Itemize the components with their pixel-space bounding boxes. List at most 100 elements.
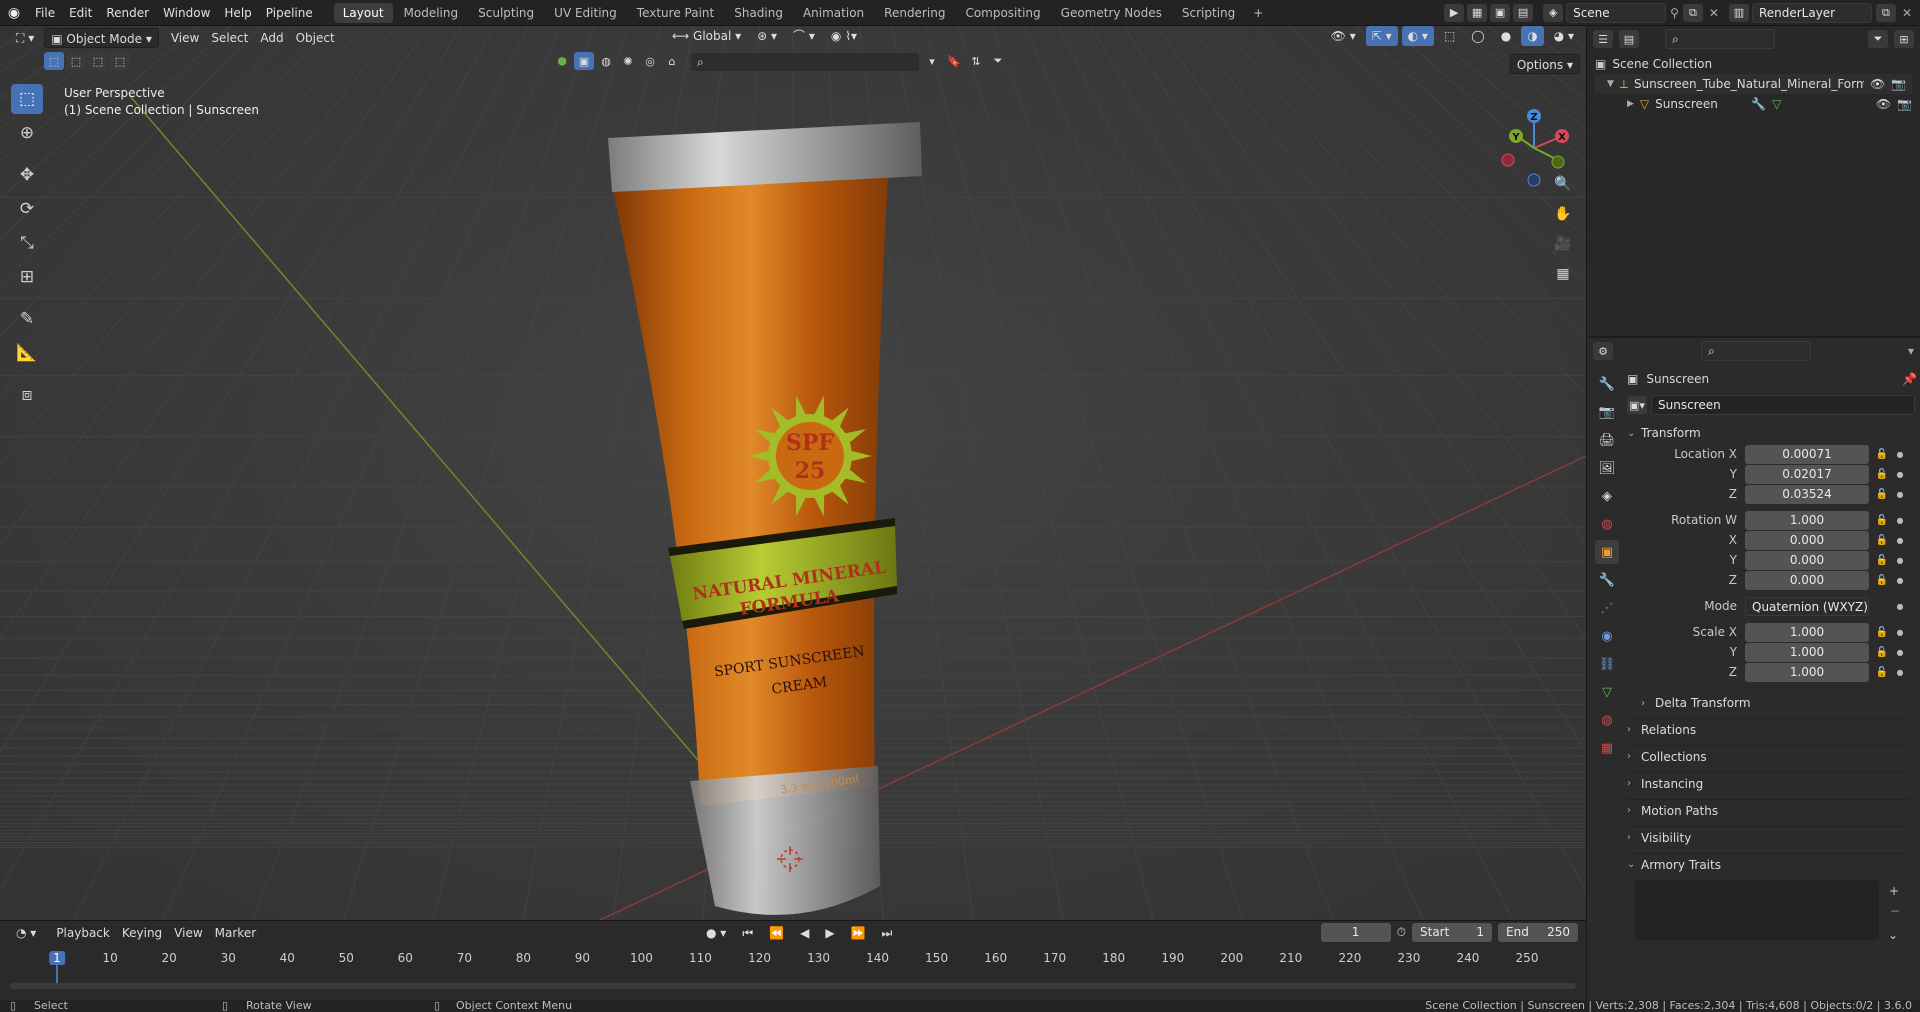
add-trait-icon[interactable]: + xyxy=(1889,884,1899,898)
lock-icon[interactable]: 🔓 xyxy=(1875,575,1889,586)
select-set-icon[interactable]: ⬚ xyxy=(44,52,64,70)
rotation-x-field[interactable]: 0.000 xyxy=(1745,530,1869,550)
outliner-filter-icon[interactable]: ⏷ xyxy=(1868,30,1888,48)
lock-icon[interactable]: 🔓 xyxy=(1875,449,1889,460)
render-anim-icon[interactable]: ▦ xyxy=(1467,3,1488,22)
keyframe-dot-icon[interactable]: ● xyxy=(1895,576,1905,585)
tab-shading[interactable]: Shading xyxy=(725,3,792,23)
tab-uv-editing[interactable]: UV Editing xyxy=(545,3,626,23)
snap-icon[interactable]: ⌒ ▾ xyxy=(787,26,821,46)
menu-edit[interactable]: Edit xyxy=(62,0,99,26)
close-scene-icon[interactable]: ✕ xyxy=(1709,6,1719,20)
pivot-icon[interactable]: ⊛ ▾ xyxy=(751,26,783,46)
object-type-icon[interactable]: ⬢ xyxy=(552,52,572,70)
sort-icon[interactable]: ⇅ xyxy=(966,52,986,70)
render-layer-icon[interactable]: ▥ xyxy=(1728,3,1749,22)
menu-file[interactable]: File xyxy=(28,0,62,26)
keyframe-dot-icon[interactable]: ● xyxy=(1895,628,1905,637)
keyframe-dot-icon[interactable]: ● xyxy=(1895,450,1905,459)
modifier-tab-icon[interactable]: 🔧 xyxy=(1595,568,1619,592)
zoom-icon[interactable]: 🔍 xyxy=(1550,171,1576,197)
keyframe-dot-icon[interactable]: ● xyxy=(1895,470,1905,479)
instancing-panel[interactable]: › Instancing xyxy=(1627,772,1909,794)
lock-icon[interactable]: 🔓 xyxy=(1875,555,1889,566)
menu-pipeline[interactable]: Pipeline xyxy=(259,0,320,26)
tab-layout[interactable]: Layout xyxy=(333,2,393,23)
viewport-menu-view[interactable]: View xyxy=(165,28,205,48)
tab-scripting[interactable]: Scripting xyxy=(1173,3,1244,23)
wireframe-icon[interactable]: ◯ xyxy=(1465,26,1490,46)
render-play-icon[interactable]: ▶ xyxy=(1444,3,1465,22)
viewport-menu-select[interactable]: Select xyxy=(205,28,254,48)
window-icon[interactable]: ▤ xyxy=(1513,3,1534,22)
material-preview-icon[interactable]: ◑ xyxy=(1521,26,1544,46)
pin-icon[interactable]: 📌 xyxy=(1902,372,1917,386)
tab-sculpting[interactable]: Sculpting xyxy=(469,3,543,23)
menu-help[interactable]: Help xyxy=(217,0,258,26)
menu-window[interactable]: Window xyxy=(156,0,217,26)
camera-restrict-icon[interactable]: 📷 xyxy=(1897,97,1912,111)
overlay-icon[interactable]: ◐ ▾ xyxy=(1401,26,1434,46)
lock-icon[interactable]: 🔓 xyxy=(1875,667,1889,678)
eye-icon[interactable]: 👁 xyxy=(1876,97,1891,111)
camera-filter-icon[interactable]: ⌂ xyxy=(662,52,682,70)
delta-transform-panel[interactable]: › Delta Transform xyxy=(1641,692,1909,714)
annotate-icon[interactable]: ✎ xyxy=(11,304,43,334)
lock-icon[interactable]: 🔓 xyxy=(1875,489,1889,500)
keyframe-dot-icon[interactable]: ● xyxy=(1895,490,1905,499)
close-layer-icon[interactable]: ✕ xyxy=(1902,6,1912,20)
tab-compositing[interactable]: Compositing xyxy=(956,3,1049,23)
tab-texture-paint[interactable]: Texture Paint xyxy=(628,3,723,23)
object-tab-icon[interactable]: ▣ xyxy=(1595,540,1619,564)
keyframe-dot-icon[interactable]: ● xyxy=(1895,602,1905,611)
scale-icon[interactable]: ⤡ xyxy=(11,228,43,258)
rotation-z-field[interactable]: 0.000 xyxy=(1745,570,1869,590)
ortho-grid-icon[interactable]: ▦ xyxy=(1550,261,1576,287)
playhead[interactable] xyxy=(56,965,58,983)
move-icon[interactable]: ✥ xyxy=(11,160,43,190)
properties-editor-icon[interactable]: ⚙ xyxy=(1593,342,1613,360)
collections-panel[interactable]: › Collections xyxy=(1627,745,1909,767)
light-icon[interactable]: ✺ xyxy=(618,52,638,70)
mesh-icon[interactable]: ▣ xyxy=(574,52,594,70)
collapse-icon[interactable]: ▼ xyxy=(1607,79,1614,89)
select-extend-icon[interactable]: ⬚ xyxy=(66,52,86,70)
render-layer-field[interactable]: RenderLayer xyxy=(1751,2,1872,23)
traits-menu-icon[interactable]: ⌄ xyxy=(1888,928,1898,942)
editor-type-icon[interactable]: ⛶ ▾ xyxy=(10,28,40,48)
material-icon[interactable]: ◍ xyxy=(596,52,616,70)
lock-icon[interactable]: 🔓 xyxy=(1875,627,1889,638)
data-tab-icon[interactable]: ▽ xyxy=(1595,680,1619,704)
bookmark-save-icon[interactable]: 🔖 xyxy=(944,52,964,70)
visibility-icon[interactable]: 👁 ▾ xyxy=(1325,26,1362,46)
relations-panel[interactable]: › Relations xyxy=(1627,718,1909,740)
pin-icon[interactable]: ⚲ xyxy=(1670,6,1679,20)
camera-icon[interactable]: 🎥 xyxy=(1550,231,1576,257)
location-x-field[interactable]: 0.00071 xyxy=(1745,444,1869,464)
proportional-icon[interactable]: ◉ ⌇▾ xyxy=(825,26,863,46)
location-z-field[interactable]: 0.03524 xyxy=(1745,484,1869,504)
viewport-search-input[interactable]: ⌕ xyxy=(690,52,920,72)
remove-trait-icon[interactable]: − xyxy=(1890,904,1900,918)
outliner-editor-icon[interactable]: ☰ xyxy=(1593,30,1613,48)
camera-restrict-icon[interactable]: 📷 xyxy=(1891,77,1906,91)
viewport-menu-add[interactable]: Add xyxy=(254,28,289,48)
scale-z-field[interactable]: 1.000 xyxy=(1745,662,1869,682)
view-layer-tab-icon[interactable]: 🖼 xyxy=(1595,456,1619,480)
outliner-row-scene[interactable]: ▣ Scene Collection xyxy=(1595,54,1912,74)
armory-traits-panel[interactable]: ⌄ Armory Traits xyxy=(1627,853,1909,875)
scene-name-field[interactable]: Scene xyxy=(1566,2,1667,23)
rotate-icon[interactable]: ⟳ xyxy=(11,194,43,224)
keyframe-dot-icon[interactable]: ● xyxy=(1895,668,1905,677)
scale-y-field[interactable]: 1.000 xyxy=(1745,642,1869,662)
blender-logo-icon[interactable]: ◉ xyxy=(0,5,28,21)
properties-search-input[interactable]: ⌕ xyxy=(1701,341,1811,361)
tab-modeling[interactable]: Modeling xyxy=(395,3,468,23)
location-y-field[interactable]: 0.02017 xyxy=(1745,464,1869,484)
pan-hand-icon[interactable]: ✋ xyxy=(1550,201,1576,227)
lock-icon[interactable]: 🔓 xyxy=(1875,647,1889,658)
expand-icon[interactable]: ▶ xyxy=(1627,99,1634,109)
viewport-menu-object[interactable]: Object xyxy=(290,28,341,48)
xray-icon[interactable]: ⬚ xyxy=(1438,26,1461,46)
armory-traits-list[interactable] xyxy=(1635,880,1879,940)
